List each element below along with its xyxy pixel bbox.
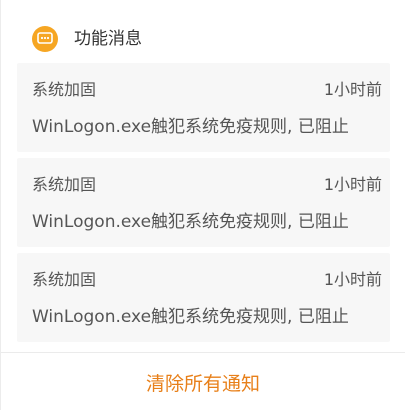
notification-message: WinLogon.exe触犯系统免疫规则, 已阻止 (32, 307, 349, 327)
notification-card[interactable]: 系统加固 1小时前 WinLogon.exe触犯系统免疫规则, 已阻止 (17, 158, 390, 247)
clear-all-notifications-button[interactable]: 清除所有通知 (1, 353, 405, 410)
notification-panel: 功能消息 系统加固 1小时前 WinLogon.exe触犯系统免疫规则, 已阻止… (0, 0, 405, 410)
message-bubble-icon (32, 26, 58, 52)
notification-time: 1小时前 (323, 175, 382, 194)
notification-title: 系统加固 (32, 175, 97, 194)
notification-message: WinLogon.exe触犯系统免疫规则, 已阻止 (32, 212, 349, 232)
panel-header: 功能消息 (1, 22, 405, 56)
notification-title: 系统加固 (32, 80, 97, 99)
notification-card[interactable]: 系统加固 1小时前 WinLogon.exe触犯系统免疫规则, 已阻止 (17, 253, 390, 342)
panel-footer: 清除所有通知 (1, 352, 405, 410)
notification-message: WinLogon.exe触犯系统免疫规则, 已阻止 (32, 117, 349, 137)
panel-title: 功能消息 (74, 29, 142, 49)
notification-card[interactable]: 系统加固 1小时前 WinLogon.exe触犯系统免疫规则, 已阻止 (17, 63, 390, 152)
notification-time: 1小时前 (323, 80, 382, 99)
notification-time: 1小时前 (323, 270, 382, 289)
notification-title: 系统加固 (32, 270, 97, 289)
